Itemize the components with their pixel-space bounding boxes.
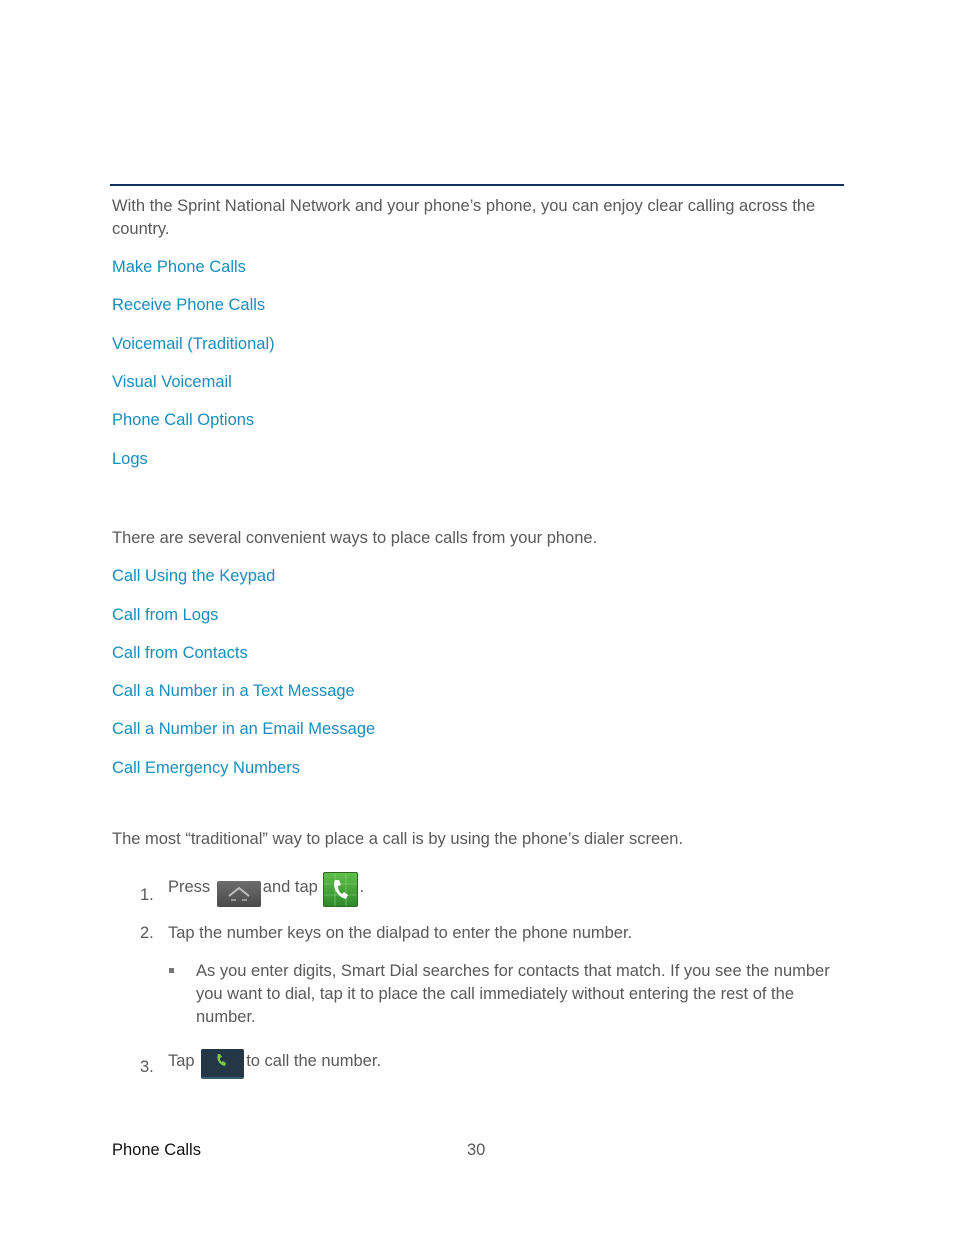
step-number: 2.: [140, 924, 154, 942]
phone-app-icon: [323, 872, 359, 907]
footer-section: Phone Calls: [112, 1141, 201, 1159]
bullet-marker: [169, 968, 174, 973]
link-call-from-contacts[interactable]: Call from Contacts: [112, 642, 248, 665]
step-1: Press and tap .: [168, 868, 364, 907]
make-calls-intro: There are several convenient ways to pla…: [112, 529, 598, 547]
intro-paragraph: With the Sprint National Network and you…: [112, 197, 816, 238]
link-call-number-text-message[interactable]: Call a Number in a Text Message: [112, 680, 355, 703]
step-number: 1.: [140, 886, 154, 904]
step-3: Tap to call the number.: [168, 1044, 381, 1079]
page-number: 30: [467, 1141, 486, 1159]
document-page: With the Sprint National Network and you…: [0, 0, 954, 1235]
link-voicemail-traditional[interactable]: Voicemail (Traditional): [112, 333, 275, 356]
link-call-from-logs[interactable]: Call from Logs: [112, 604, 218, 627]
step-2-text: Tap the number keys on the dialpad to en…: [168, 924, 633, 942]
link-phone-call-options[interactable]: Phone Call Options: [112, 409, 254, 432]
link-visual-voicemail[interactable]: Visual Voicemail: [112, 371, 232, 394]
step-text: to call the number.: [246, 1052, 382, 1070]
step-text: and tap: [262, 878, 318, 896]
link-call-emergency-numbers[interactable]: Call Emergency Numbers: [112, 757, 300, 780]
header-rule: [110, 184, 844, 186]
step-text: Press: [168, 878, 211, 896]
step-text: .: [359, 878, 365, 896]
bullet-text: As you enter digits, Smart Dial searches…: [196, 962, 830, 1026]
link-call-number-email-message[interactable]: Call a Number in an Email Message: [112, 718, 375, 741]
step-text: Tap: [168, 1052, 195, 1070]
step-number: 3.: [140, 1058, 154, 1076]
home-key-icon: [216, 881, 261, 907]
dial-button-icon: [201, 1049, 245, 1079]
link-make-phone-calls[interactable]: Make Phone Calls: [112, 256, 246, 279]
keypad-intro: The most “traditional” way to place a ca…: [112, 830, 684, 848]
link-logs[interactable]: Logs: [112, 448, 148, 471]
link-call-using-keypad[interactable]: Call Using the Keypad: [112, 565, 275, 588]
link-receive-phone-calls[interactable]: Receive Phone Calls: [112, 294, 265, 317]
